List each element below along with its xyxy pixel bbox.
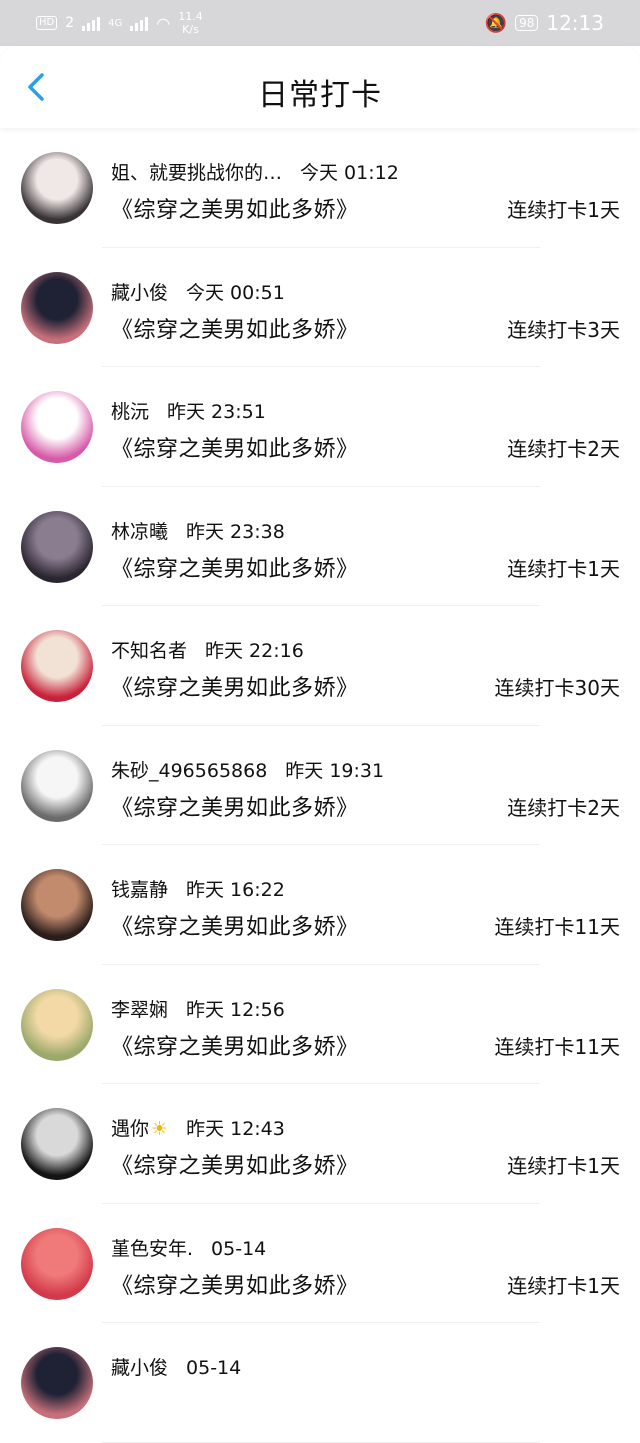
streak-count: 连续打卡1天	[507, 1154, 620, 1178]
book-title: 《综穿之美男如此多娇》	[111, 795, 359, 821]
streak-count: 连续打卡1天	[507, 556, 620, 581]
book-title: 《综穿之美男如此多娇》	[111, 676, 359, 701]
list-item[interactable]: 林凉曦 昨天 23:38 《综穿之美男如此多娇》 连续打卡1天	[0, 487, 640, 606]
wifi-icon: ◠	[156, 13, 171, 33]
user-name[interactable]: 遇你	[111, 1118, 149, 1140]
book-title: 《综穿之美男如此多娇》	[111, 437, 359, 462]
list-item[interactable]: 堇色安年. 05-14 《综穿之美男如此多娇》 连续打卡1天	[0, 1204, 640, 1323]
user-name[interactable]: 钱嘉静	[111, 879, 168, 901]
streak-count: 连续打卡1天	[507, 198, 620, 222]
streak-count: 连续打卡1天	[507, 1273, 620, 1298]
user-name[interactable]: 藏小俊	[111, 1357, 168, 1379]
list-item[interactable]: 不知名者 昨天 22:16 《综穿之美男如此多娇》 连续打卡30天	[0, 606, 640, 726]
checkin-time: 昨天 22:16	[205, 640, 304, 662]
user-name[interactable]: 堇色安年.	[111, 1238, 193, 1260]
list-item[interactable]: 钱嘉静 昨天 16:22 《综穿之美男如此多娇》 连续打卡11天	[0, 845, 640, 965]
checkin-list: 姐、就要挑战你的… 今天 01:12 《综穿之美男如此多娇》 连续打卡1天 藏小俊 今天 …	[0, 128, 640, 1443]
divider	[102, 1441, 540, 1443]
entry-meta: 桃沅 昨天 23:51	[111, 397, 266, 424]
checkin-time: 昨天 16:22	[186, 879, 285, 901]
entry-meta: 姐、就要挑战你的… 今天 01:12	[111, 158, 399, 185]
net-speed-unit: K/s	[182, 23, 199, 36]
avatar[interactable]	[21, 510, 93, 583]
user-name[interactable]: 不知名者	[111, 640, 187, 662]
book-title: 《综穿之美男如此多娇》	[111, 317, 359, 343]
list-item[interactable]: 姐、就要挑战你的… 今天 01:12 《综穿之美男如此多娇》 连续打卡1天	[0, 128, 640, 248]
streak-count: 连续打卡2天	[507, 795, 620, 820]
book-title: 《综穿之美男如此多娇》	[111, 556, 359, 582]
list-item[interactable]: 藏小俊 05-14	[0, 1323, 640, 1443]
avatar[interactable]	[21, 271, 93, 344]
book-title: 《综穿之美男如此多娇》	[111, 1273, 359, 1299]
clock: 12:13	[546, 11, 604, 35]
user-name[interactable]: 姐、就要挑战你的…	[111, 162, 282, 184]
entry-meta: 藏小俊 今天 00:51	[111, 278, 285, 305]
checkin-time: 昨天 23:51	[167, 401, 266, 423]
checkin-time: 昨天 23:38	[186, 520, 285, 543]
net-speed-value: 11.4	[178, 10, 203, 23]
avatar[interactable]	[21, 1108, 93, 1180]
book-title: 《综穿之美男如此多娇》	[111, 1034, 359, 1060]
signal-icon-2	[130, 15, 149, 31]
avatar[interactable]	[21, 1227, 93, 1300]
entry-meta: 钱嘉静 昨天 16:22	[111, 875, 285, 902]
list-item[interactable]: 藏小俊 今天 00:51 《综穿之美男如此多娇》 连续打卡3天	[0, 248, 640, 367]
avatar[interactable]	[21, 869, 93, 941]
checkin-time: 今天 01:12	[300, 162, 399, 184]
user-name[interactable]: 朱砂_496565868	[111, 760, 267, 782]
status-left: HD 2 4G ◠ 11.4 K/s	[36, 10, 203, 36]
user-name[interactable]: 李翠娴	[111, 999, 168, 1021]
checkin-time: 今天 00:51	[186, 281, 285, 304]
checkin-time: 05-14	[211, 1237, 267, 1260]
signal-icon	[82, 15, 101, 31]
entry-meta: 藏小俊 05-14	[111, 1353, 241, 1380]
user-name[interactable]: 桃沅	[111, 401, 149, 423]
book-title: 《综穿之美男如此多娇》	[111, 915, 359, 940]
streak-count: 连续打卡11天	[494, 915, 620, 939]
checkin-time: 昨天 19:31	[285, 759, 385, 782]
book-title: 《综穿之美男如此多娇》	[111, 1154, 359, 1179]
sun-emoji-icon: ☀	[151, 1118, 169, 1140]
battery-indicator: 98	[515, 15, 539, 31]
status-right: 🔕 98 12:13	[485, 11, 604, 35]
user-name[interactable]: 藏小俊	[111, 282, 168, 304]
list-item[interactable]: 桃沅 昨天 23:51 《综穿之美男如此多娇》 连续打卡2天	[0, 367, 640, 487]
network-type: 4G	[108, 17, 123, 29]
book-title: 《综穿之美男如此多娇》	[111, 198, 359, 223]
nav-header: 日常打卡	[0, 46, 640, 128]
entry-meta: 李翠娴 昨天 12:56	[111, 995, 285, 1022]
checkin-time: 昨天 12:56	[186, 998, 285, 1021]
streak-count: 连续打卡3天	[507, 317, 620, 342]
entry-meta: 不知名者 昨天 22:16	[111, 636, 304, 663]
page-title: 日常打卡	[258, 78, 382, 113]
avatar[interactable]	[21, 152, 93, 224]
checkin-time: 昨天 12:43	[186, 1118, 285, 1140]
mute-bell-icon: 🔕	[484, 12, 508, 34]
entry-meta: 林凉曦 昨天 23:38	[111, 517, 285, 544]
entry-meta: 堇色安年. 05-14	[111, 1234, 266, 1261]
checkin-time: 05-14	[186, 1357, 242, 1379]
streak-count: 连续打卡2天	[507, 437, 620, 461]
list-item[interactable]: 李翠娴 昨天 12:56 《综穿之美男如此多娇》 连续打卡11天	[0, 965, 640, 1084]
net-speed: 11.4 K/s	[178, 10, 203, 36]
avatar[interactable]	[21, 391, 93, 463]
list-item[interactable]: 遇你 ☀ 昨天 12:43 《综穿之美男如此多娇》 连续打卡1天	[0, 1084, 640, 1204]
avatar[interactable]	[21, 749, 93, 822]
avatar[interactable]	[21, 630, 93, 702]
streak-count: 连续打卡11天	[494, 1034, 620, 1059]
list-item[interactable]: 朱砂_496565868 昨天 19:31 《综穿之美男如此多娇》 连续打卡2天	[0, 726, 640, 845]
entry-meta: 遇你 ☀ 昨天 12:43	[111, 1114, 285, 1141]
streak-count: 连续打卡30天	[494, 676, 620, 700]
avatar[interactable]	[21, 1347, 93, 1419]
user-name[interactable]: 林凉曦	[111, 521, 168, 543]
sim-slot: 2	[65, 15, 75, 31]
avatar[interactable]	[21, 988, 93, 1061]
hd-badge: HD	[36, 16, 58, 30]
entry-meta: 朱砂_496565868 昨天 19:31	[111, 756, 384, 783]
status-bar: HD 2 4G ◠ 11.4 K/s 🔕 98 12:13	[0, 0, 640, 46]
